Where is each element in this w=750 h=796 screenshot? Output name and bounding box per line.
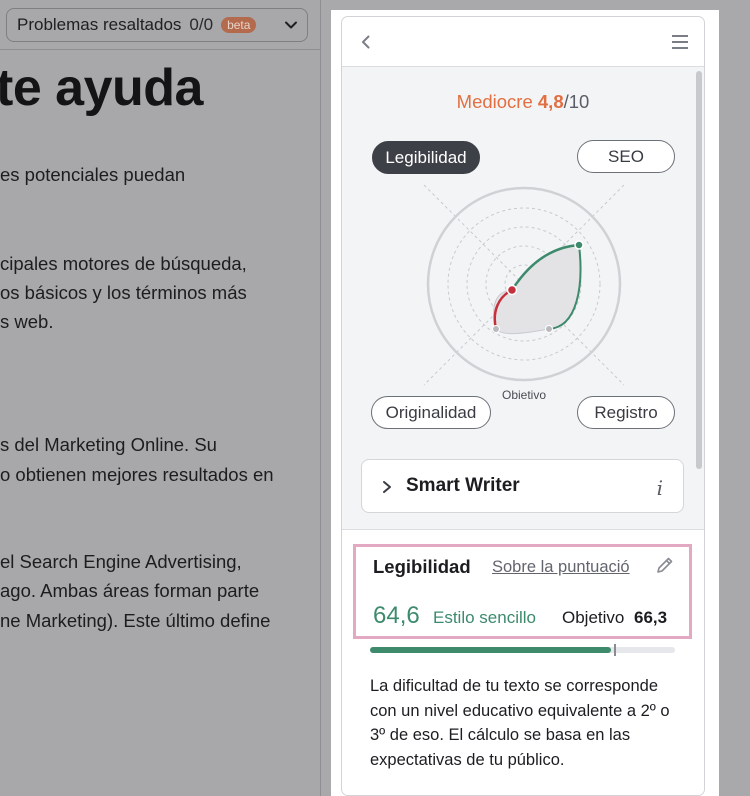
chart-point	[492, 325, 500, 333]
tab-registro[interactable]: Registro	[577, 396, 675, 429]
readability-style: Estilo sencillo	[433, 608, 536, 627]
issues-label: Problemas resaltados	[17, 15, 182, 34]
document-text-line[interactable]: o obtienen mejores resultados en	[0, 464, 274, 486]
readability-progress-fill	[370, 647, 611, 653]
document-text-line[interactable]: os básicos y los términos más	[0, 282, 247, 304]
readability-details: Legibilidad Sobre la puntuació 64,6 Esti…	[342, 529, 704, 795]
overall-score: Mediocre 4,8/10	[342, 91, 704, 113]
score-rating-label: Mediocre	[456, 91, 533, 112]
tab-originalidad[interactable]: Originalidad	[371, 396, 491, 429]
readability-title: Legibilidad	[373, 556, 471, 577]
tab-seo[interactable]: SEO	[577, 140, 675, 173]
document-text-line[interactable]: ago. Ambas áreas forman parte	[0, 580, 259, 602]
issues-count: 0/0	[189, 15, 214, 34]
writing-assistant-panel: Mediocre 4,8/10 Legibilidad SEO Objetivo…	[341, 16, 705, 796]
readability-summary-highlight: Legibilidad Sobre la puntuació 64,6 Esti…	[353, 544, 692, 639]
document-toolbar: Problemas resaltados 0/0 beta	[0, 0, 320, 50]
chart-point	[574, 240, 584, 250]
score-max: /10	[563, 91, 590, 112]
beta-badge: beta	[221, 17, 257, 33]
info-icon[interactable]: i	[657, 476, 663, 500]
panel-header	[342, 17, 704, 67]
about-score-link[interactable]: Sobre la puntuació	[492, 558, 644, 577]
chevron-left-icon[interactable]	[356, 32, 376, 52]
radar-target-label: Objetivo	[502, 388, 546, 399]
score-value: 4,8	[537, 91, 564, 112]
smart-writer-label: Smart Writer	[406, 475, 520, 496]
readability-progress-bar	[370, 644, 675, 656]
document-text-line[interactable]: s del Marketing Online. Su	[0, 434, 217, 456]
document-text-line[interactable]: cipales motores de búsqueda,	[0, 253, 247, 275]
document-editor: Problemas resaltados 0/0 beta te ayuda e…	[0, 0, 320, 796]
target-marker	[614, 644, 616, 656]
highlighted-issues-dropdown[interactable]: Problemas resaltados 0/0 beta	[6, 8, 308, 42]
document-text-line[interactable]: ne Marketing). Este último define	[0, 610, 270, 632]
readability-score: 64,6	[373, 602, 420, 629]
pane-divider[interactable]	[320, 0, 321, 796]
hamburger-menu-icon[interactable]	[670, 33, 690, 51]
chart-point	[506, 284, 518, 296]
target-label: Objetivo	[562, 608, 625, 627]
chart-point	[545, 325, 553, 333]
smart-writer-card[interactable]: Smart Writer i	[361, 459, 684, 513]
readability-description: La dificultad de tu texto se corresponde…	[370, 677, 670, 769]
chevron-down-icon	[285, 21, 297, 29]
target-value: 66,3	[634, 608, 668, 627]
panel-scrollbar[interactable]	[696, 71, 702, 469]
score-radar-chart: Objetivo	[423, 184, 625, 399]
tab-legibilidad[interactable]: Legibilidad	[372, 141, 480, 174]
document-text-line[interactable]: s web.	[0, 311, 53, 333]
document-heading[interactable]: te ayuda	[0, 58, 203, 118]
pencil-icon[interactable]	[655, 555, 675, 575]
document-text-line[interactable]: el Search Engine Advertising,	[0, 551, 242, 573]
document-text-line[interactable]: es potenciales puedan	[0, 164, 185, 186]
chevron-right-icon	[383, 481, 391, 493]
